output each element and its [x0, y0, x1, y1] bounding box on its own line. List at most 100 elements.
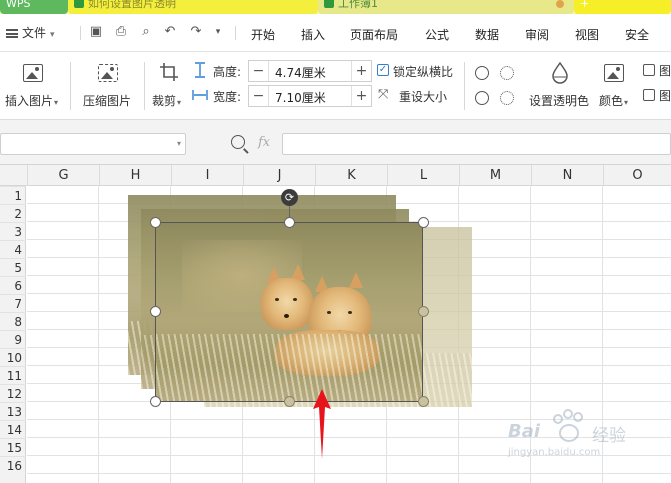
- menu-view[interactable]: 视图: [575, 26, 599, 43]
- picture-effects-label: 图: [659, 64, 671, 78]
- resize-handle-bottom-left[interactable]: [150, 396, 161, 407]
- crop-icon: [160, 63, 178, 81]
- column-header-j[interactable]: J: [243, 165, 315, 186]
- column-header-n[interactable]: N: [531, 165, 603, 186]
- zoom-icon[interactable]: [231, 135, 245, 149]
- watermark-url: jingyan.baidu.com: [508, 447, 601, 458]
- column-header-l[interactable]: L: [387, 165, 459, 186]
- width-increase-button[interactable]: +: [351, 86, 371, 106]
- crop-button[interactable]: 裁剪▾: [150, 52, 188, 120]
- reset-size-icon: ⤧: [378, 87, 389, 102]
- hamburger-icon: [6, 29, 18, 38]
- brightness-increase-icon[interactable]: [475, 91, 489, 105]
- insert-picture-button[interactable]: 插入图片▾: [0, 52, 68, 120]
- width-value: 7.10厘米: [275, 91, 326, 105]
- tab-document-1[interactable]: 如何设置图片透明: [68, 0, 318, 14]
- row-header-2[interactable]: 2: [0, 204, 26, 222]
- divider: [80, 26, 81, 40]
- set-transparent-color-button[interactable]: 设置透明色: [526, 52, 594, 120]
- lock-aspect-ratio-checkbox[interactable]: ✓ 锁定纵横比: [377, 63, 459, 79]
- row-header-4[interactable]: 4: [0, 240, 26, 258]
- color-label: 颜色: [599, 94, 624, 108]
- row-header-14[interactable]: 14: [0, 420, 26, 438]
- picture-icon: [23, 64, 43, 82]
- row-header-7[interactable]: 7: [0, 294, 26, 312]
- column-header-k[interactable]: K: [315, 165, 387, 186]
- quick-access-more-icon[interactable]: ▾: [210, 24, 226, 40]
- row-header-13[interactable]: 13: [0, 402, 26, 420]
- menu-formulas[interactable]: 公式: [425, 26, 449, 43]
- column-header-i[interactable]: I: [171, 165, 243, 186]
- brightness-decrease-icon[interactable]: [500, 91, 514, 105]
- doc-icon: [74, 0, 84, 8]
- resize-handle-bottom[interactable]: [284, 396, 295, 407]
- sheet-icon: [324, 0, 334, 8]
- formula-bar: ▾ fx: [0, 120, 671, 165]
- formula-input[interactable]: [282, 133, 671, 155]
- print-icon[interactable]: ⎙: [113, 24, 129, 40]
- row-header-16[interactable]: 16: [0, 456, 26, 474]
- row-header-15[interactable]: 15: [0, 438, 26, 456]
- height-increase-button[interactable]: +: [351, 61, 371, 81]
- picture-border-button[interactable]: 图: [640, 87, 671, 105]
- picture-border-icon: [643, 89, 655, 101]
- divider: [144, 62, 145, 110]
- file-menu-label: 文件: [22, 26, 47, 40]
- red-arrow-icon: [313, 389, 331, 459]
- resize-handle-bottom-right[interactable]: [418, 396, 429, 407]
- resize-handle-top[interactable]: [284, 217, 295, 228]
- row-header-1[interactable]: 1: [0, 186, 26, 204]
- name-box[interactable]: ▾: [0, 133, 186, 155]
- column-header-g[interactable]: G: [27, 165, 99, 186]
- contrast-increase-icon[interactable]: [475, 66, 489, 80]
- undo-icon[interactable]: ↶: [162, 24, 178, 40]
- row-header-9[interactable]: 9: [0, 330, 26, 348]
- height-label: 高度:: [213, 65, 242, 79]
- save-icon[interactable]: ▣: [88, 24, 104, 40]
- compress-picture-button[interactable]: 压缩图片: [78, 52, 140, 120]
- row-header-11[interactable]: 11: [0, 366, 26, 384]
- menu-insert[interactable]: 插入: [301, 26, 325, 43]
- menu-data[interactable]: 数据: [475, 26, 499, 43]
- height-input[interactable]: − 4.74厘米 +: [248, 60, 372, 82]
- title-bar: WPS 如何设置图片透明 工作簿1 +: [0, 0, 671, 14]
- fx-icon[interactable]: fx: [258, 135, 270, 150]
- width-decrease-button[interactable]: −: [249, 86, 269, 106]
- menu-home[interactable]: 开始: [251, 26, 275, 43]
- row-header-8[interactable]: 8: [0, 312, 26, 330]
- contrast-decrease-icon[interactable]: [500, 66, 514, 80]
- compress-picture-label: 压缩图片: [83, 94, 132, 108]
- column-header-h[interactable]: H: [99, 165, 171, 186]
- resize-handle-right[interactable]: [418, 306, 429, 317]
- column-header-o[interactable]: O: [603, 165, 671, 186]
- row-header-10[interactable]: 10: [0, 348, 26, 366]
- reset-size-button[interactable]: ⤧ 重设大小: [378, 87, 458, 104]
- resize-handle-top-right[interactable]: [418, 217, 429, 228]
- menu-review[interactable]: 审阅: [525, 26, 549, 43]
- color-button[interactable]: 颜色▾: [596, 52, 634, 120]
- watermark-jingyan: 经验: [592, 426, 626, 446]
- new-tab-label: +: [580, 0, 590, 10]
- print-preview-icon[interactable]: ⌕: [138, 24, 154, 40]
- row-header-5[interactable]: 5: [0, 258, 26, 276]
- resize-handle-top-left[interactable]: [150, 217, 161, 228]
- redo-icon[interactable]: ↷: [188, 24, 204, 40]
- menu-security[interactable]: 安全: [625, 26, 649, 43]
- crop-label: 裁剪: [152, 94, 177, 108]
- rotate-handle-icon[interactable]: ⟳: [281, 189, 298, 206]
- width-input[interactable]: − 7.10厘米 +: [248, 85, 372, 107]
- new-tab-button[interactable]: +: [574, 0, 671, 14]
- file-menu-button[interactable]: 文件 ▾: [6, 24, 55, 41]
- picture-effects-button[interactable]: 图: [640, 62, 671, 80]
- tab-workbook-1[interactable]: 工作簿1: [318, 0, 574, 14]
- resize-handle-left[interactable]: [150, 306, 161, 317]
- row-header-3[interactable]: 3: [0, 222, 26, 240]
- chevron-down-icon: ▾: [624, 98, 629, 107]
- row-header-12[interactable]: 12: [0, 384, 26, 402]
- tab-wps[interactable]: WPS: [0, 0, 68, 14]
- picture-color-icon: [604, 64, 624, 82]
- row-header-6[interactable]: 6: [0, 276, 26, 294]
- column-header-m[interactable]: M: [459, 165, 531, 186]
- height-decrease-button[interactable]: −: [249, 61, 269, 81]
- menu-page-layout[interactable]: 页面布局: [350, 26, 398, 43]
